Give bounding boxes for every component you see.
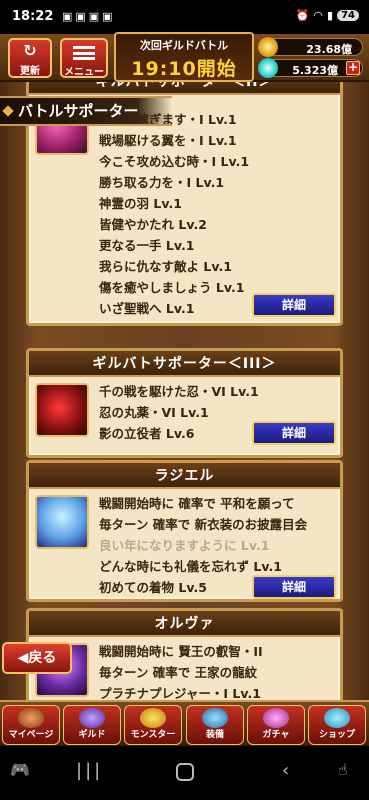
wifi-icon: ◠	[313, 9, 324, 22]
castle-icon	[18, 708, 44, 728]
refresh-icon: ↻	[23, 41, 37, 60]
refresh-button[interactable]: ↻ 更新	[8, 38, 52, 78]
nav-label: マイページ	[8, 730, 54, 740]
home-icon[interactable]	[176, 763, 194, 781]
gem-counter: 5.323億 +	[258, 58, 363, 78]
back-arrow-icon: ◀	[17, 650, 29, 666]
gem-amount: 5.323億	[292, 64, 338, 77]
skill-list: 時間を稼ぎます・I Lv.1 戦場駆ける翼を・I Lv.1 今こそ攻め込む時・I…	[99, 109, 249, 319]
battery-icon: 74	[337, 10, 359, 21]
supporter-list[interactable]: ギルバトサポーター＜II＞ 時間を稼ぎます・I Lv.1 戦場駆ける翼を・I L…	[0, 82, 369, 700]
skill-item: 今こそ攻め込む時・I Lv.1	[99, 154, 250, 169]
skill-item: 更なる一手 Lv.1	[99, 238, 195, 253]
nav-mypage[interactable]: マイページ	[2, 705, 60, 745]
notification-icons: ▣▣▣▣	[62, 10, 116, 23]
guild-battle-time: 19:10開始	[131, 58, 237, 80]
skill-list: 千の戦を駆けた忍・VI Lv.1 忍の丸薬・VI Lv.1 影の立役者 Lv.6	[99, 381, 259, 444]
back-label: 戻る	[28, 650, 57, 666]
game-header: ↻ 更新 メニュー 次回ギルドバトル 19:10開始 23.68億 5.323億…	[0, 32, 369, 82]
skill-item: 神霊の羽 Lv.1	[99, 196, 182, 211]
guild-icon	[79, 708, 105, 728]
supporter-panel: ラジエル 戦闘開始時に 確率で 平和を願って 毎ターン 確率で 新衣装のお披露目…	[26, 460, 343, 602]
sword-icon	[202, 708, 228, 728]
gold-counter: 23.68億	[258, 37, 363, 57]
supporter-panel: ギルバトサポーター＜III＞ 千の戦を駆けた忍・VI Lv.1 忍の丸薬・VI …	[26, 348, 343, 458]
section-banner: バトルサポーター	[0, 96, 172, 126]
detail-button[interactable]: 詳細	[252, 421, 336, 445]
skill-item: 忍の丸薬・VI Lv.1	[99, 405, 209, 420]
nav-label: モンスター	[130, 730, 176, 740]
skill-item: 千の戦を駆けた忍・VI Lv.1	[99, 384, 259, 399]
nav-monster[interactable]: モンスター	[124, 705, 182, 745]
skill-item: 勝ち取る力を・I Lv.1	[99, 175, 225, 190]
nav-label: ガチャ	[262, 730, 290, 740]
nav-label: ショップ	[318, 730, 355, 740]
gem-icon	[258, 58, 278, 78]
skill-item: 戦闘開始時に 確率で 平和を願って	[99, 496, 295, 511]
nav-label: ギルド	[78, 730, 106, 740]
touch-icon[interactable]: ☝	[338, 760, 348, 779]
nav-guild[interactable]: ギルド	[63, 705, 121, 745]
guild-battle-timer: 次回ギルドバトル 19:10開始	[114, 32, 254, 82]
skill-item: 戦場駆ける翼を・I Lv.1	[99, 133, 237, 148]
panel-title: ギルバトサポーター＜II＞	[29, 82, 340, 95]
gold-amount: 23.68億	[306, 43, 352, 56]
back-nav-icon[interactable]: ‹	[282, 760, 289, 781]
skill-item: 戦闘開始時に 賢王の叡智・II	[99, 644, 263, 659]
bottom-nav: マイページ ギルド モンスター 装備 ガチャ ショップ	[0, 700, 369, 746]
android-nav-bar: 🎮 ||| ‹ ☝	[0, 746, 369, 800]
magic-circle-icon	[263, 708, 289, 728]
status-bar: 18:22 ▣▣▣▣ ⏰ ◠ ▮ 74	[0, 0, 369, 34]
detail-button[interactable]: 詳細	[252, 293, 336, 317]
game-controller-icon[interactable]: 🎮	[10, 760, 30, 779]
skill-item: 影の立役者 Lv.6	[99, 426, 195, 441]
nav-equipment[interactable]: 装備	[186, 705, 244, 745]
monster-icon	[140, 708, 166, 728]
monster-avatar[interactable]	[35, 383, 89, 437]
skill-list: 戦闘開始時に 賢王の叡智・II 毎ターン 確率で 王家の龍紋 プラチナプレジャー…	[99, 641, 263, 700]
skill-item: 毎ターン 確率で 王家の龍紋	[99, 665, 258, 680]
nav-shop[interactable]: ショップ	[308, 705, 366, 745]
skill-item: いざ聖戦へ Lv.1	[99, 301, 195, 316]
crystal-icon	[324, 708, 350, 728]
panel-title: ラジエル	[29, 463, 340, 489]
menu-label: メニュー	[64, 67, 104, 78]
status-time: 18:22	[12, 9, 54, 24]
supporter-panel: オルヴァ 戦闘開始時に 賢王の叡智・II 毎ターン 確率で 王家の龍紋 プラチナ…	[26, 608, 343, 700]
skill-item: 良い年になりますように Lv.1	[99, 538, 270, 553]
back-button[interactable]: ◀戻る	[2, 642, 72, 674]
monster-avatar[interactable]	[35, 495, 89, 549]
panel-title: ギルバトサポーター＜III＞	[29, 351, 340, 377]
menu-button[interactable]: メニュー	[60, 38, 108, 78]
guild-battle-caption: 次回ギルドバトル	[139, 39, 229, 52]
refresh-label: 更新	[20, 66, 40, 77]
skill-item: 毎ターン 確率で 新衣装のお披露目会	[99, 517, 308, 532]
recent-apps-icon[interactable]: |||	[76, 760, 103, 781]
add-gems-button[interactable]: +	[346, 61, 360, 75]
signal-icon: ▮	[327, 9, 334, 22]
skill-item: 傷を癒やしましょう Lv.1	[99, 280, 245, 295]
panel-title: オルヴァ	[29, 611, 340, 637]
skill-item: 我らに仇なす敵よ Lv.1	[99, 259, 232, 274]
skill-item: 皆健やかたれ Lv.2	[99, 217, 207, 232]
detail-button[interactable]: 詳細	[252, 575, 336, 599]
menu-icon	[73, 46, 95, 60]
nav-label: 装備	[205, 730, 224, 740]
system-icons: ⏰ ◠ ▮ 74	[296, 9, 359, 22]
skill-item: プラチナプレジャー・I Lv.1	[99, 686, 261, 700]
skill-item: どんな時にも礼儀を忘れず Lv.1	[99, 559, 282, 574]
alarm-icon: ⏰	[295, 9, 310, 22]
nav-gacha[interactable]: ガチャ	[247, 705, 305, 745]
gold-coin-icon	[258, 37, 278, 57]
